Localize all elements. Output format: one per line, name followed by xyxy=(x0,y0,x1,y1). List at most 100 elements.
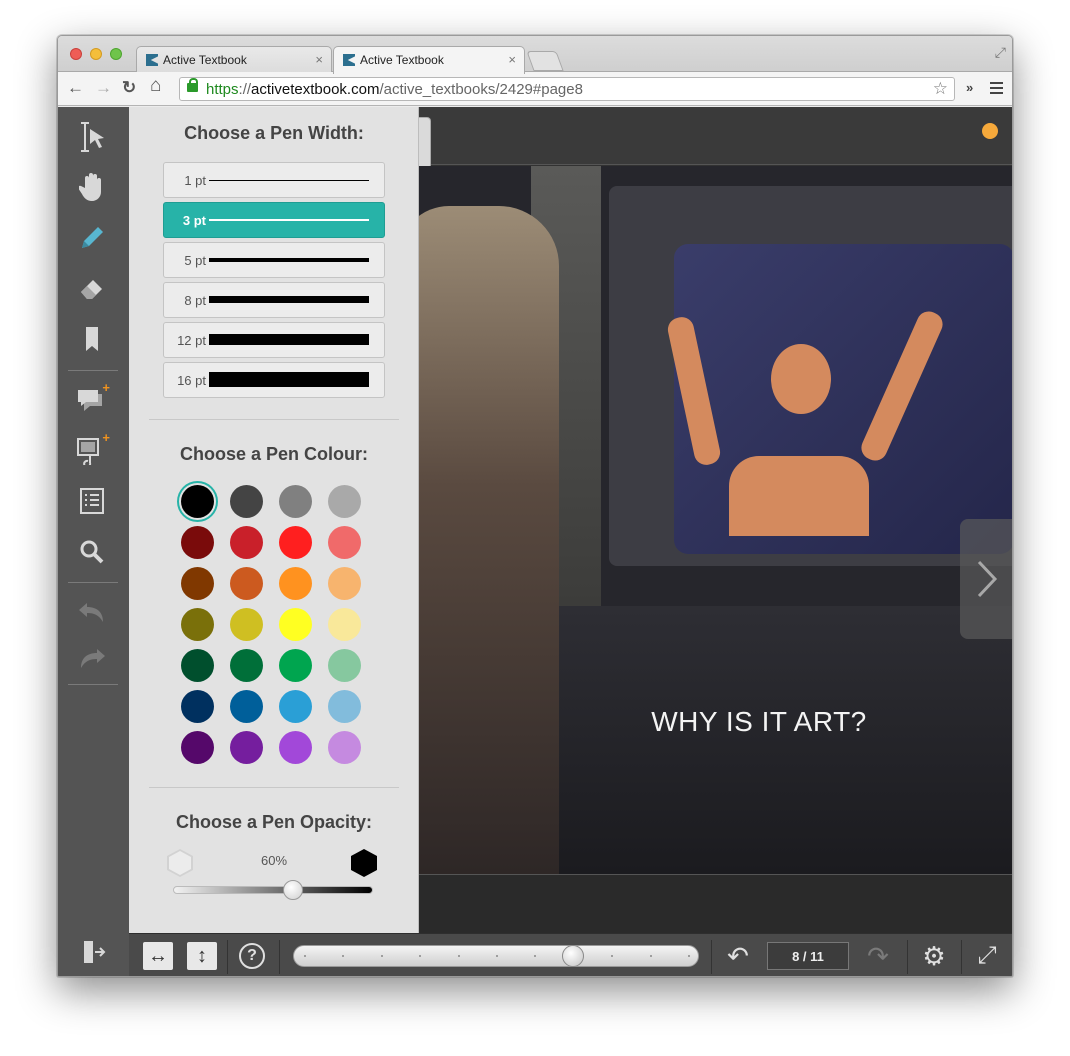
colour-swatch[interactable] xyxy=(181,731,214,764)
video-frame[interactable]: WHY IS IT ART? xyxy=(419,166,1012,874)
colour-swatch[interactable] xyxy=(181,567,214,600)
redo-button[interactable] xyxy=(74,640,110,676)
pen-width-option-5pt[interactable]: 5 pt xyxy=(163,242,385,278)
add-media-button[interactable]: + xyxy=(74,430,110,468)
undo-button[interactable] xyxy=(74,594,110,630)
colour-swatch[interactable] xyxy=(328,526,361,559)
colour-swatch[interactable] xyxy=(230,690,263,723)
colour-swatch[interactable] xyxy=(279,690,312,723)
help-button[interactable]: ? xyxy=(237,942,267,970)
colour-swatch[interactable] xyxy=(230,731,263,764)
pen-width-option-16pt[interactable]: 16 pt xyxy=(163,362,385,398)
colour-swatch[interactable] xyxy=(279,608,312,641)
colour-swatch[interactable] xyxy=(279,731,312,764)
exit-button[interactable] xyxy=(82,939,106,971)
viewer-header xyxy=(419,107,1012,169)
panel-collapse-handle[interactable] xyxy=(419,117,431,169)
url-scheme: https xyxy=(206,81,239,98)
minimize-window-button[interactable] xyxy=(90,48,102,60)
bookmark-tool-button[interactable] xyxy=(74,321,110,357)
colour-swatch[interactable] xyxy=(279,485,312,518)
pen-tool-button[interactable] xyxy=(74,220,110,256)
home-icon[interactable]: ⌂ xyxy=(150,76,161,95)
colour-swatch[interactable] xyxy=(181,690,214,723)
browser-window: Active Textbook × Active Textbook × ⤢ ← … xyxy=(57,35,1013,977)
undo-icon xyxy=(79,603,103,622)
hand-tool-button[interactable] xyxy=(74,169,110,205)
browser-menu-icon[interactable] xyxy=(990,82,1003,94)
next-page-button[interactable] xyxy=(960,519,1012,639)
page-tick xyxy=(611,955,614,957)
colour-swatch[interactable] xyxy=(181,649,214,682)
table-of-contents-icon xyxy=(80,488,104,514)
pen-width-option-12pt[interactable]: 12 pt xyxy=(163,322,385,358)
pen-width-label: 8 pt xyxy=(184,293,206,308)
colour-swatch[interactable] xyxy=(328,567,361,600)
colour-swatch[interactable] xyxy=(328,485,361,518)
tab-close-icon[interactable]: × xyxy=(508,52,516,67)
search-icon xyxy=(80,540,104,564)
plus-badge-icon: + xyxy=(102,380,110,395)
colour-swatch[interactable] xyxy=(279,649,312,682)
extensions-overflow-icon[interactable]: » xyxy=(966,80,973,95)
colour-swatch[interactable] xyxy=(181,608,214,641)
bookmark-star-icon[interactable]: ☆ xyxy=(933,79,948,99)
tab-title: Active Textbook xyxy=(163,53,247,67)
tab-active-textbook-1[interactable]: Active Textbook × xyxy=(136,46,332,73)
colour-swatch[interactable] xyxy=(181,485,214,518)
colour-swatch[interactable] xyxy=(181,526,214,559)
panel-divider xyxy=(149,787,399,788)
colour-swatch[interactable] xyxy=(230,485,263,518)
add-comment-button[interactable]: + xyxy=(74,380,110,418)
bookmark-icon xyxy=(86,327,98,351)
new-tab-button[interactable] xyxy=(526,51,564,71)
next-page-arrow-button[interactable]: ↷ xyxy=(863,940,893,971)
colour-swatch[interactable] xyxy=(230,567,263,600)
page-slider-thumb[interactable] xyxy=(561,945,584,967)
page-slider[interactable] xyxy=(293,945,699,967)
previous-page-button[interactable]: ↶ xyxy=(723,941,753,971)
table-of-contents-button[interactable] xyxy=(74,483,110,519)
redo-page-icon: ↷ xyxy=(867,940,889,971)
eraser-tool-button[interactable] xyxy=(74,271,110,307)
reload-icon[interactable]: ↻ xyxy=(122,79,136,97)
chevron-right-icon xyxy=(977,560,998,598)
fit-height-icon: ↕ xyxy=(197,944,207,967)
close-window-button[interactable] xyxy=(70,48,82,60)
colour-swatch[interactable] xyxy=(328,649,361,682)
bar-separator xyxy=(907,940,908,974)
settings-button[interactable]: ⚙ xyxy=(919,941,949,971)
colour-swatch[interactable] xyxy=(230,649,263,682)
opacity-slider[interactable] xyxy=(173,880,373,900)
fullscreen-window-icon[interactable]: ⤢ xyxy=(995,44,1006,61)
page-tick xyxy=(380,955,383,957)
colour-swatch[interactable] xyxy=(328,608,361,641)
colour-swatch[interactable] xyxy=(230,526,263,559)
selection-tool-button[interactable] xyxy=(74,119,110,155)
forward-icon[interactable]: → xyxy=(95,79,112,97)
back-icon[interactable]: ← xyxy=(67,79,84,97)
colour-swatch[interactable] xyxy=(230,608,263,641)
page-tick xyxy=(534,955,537,957)
fit-width-button[interactable]: ↔ xyxy=(143,942,173,970)
bar-separator xyxy=(961,940,962,974)
page-counter[interactable]: 8 / 11 xyxy=(767,942,849,970)
pen-width-label: 12 pt xyxy=(177,333,206,348)
panel-divider xyxy=(149,419,399,420)
colour-swatch[interactable] xyxy=(279,567,312,600)
fit-height-button[interactable]: ↕ xyxy=(187,942,217,970)
colour-swatch[interactable] xyxy=(279,526,312,559)
fullscreen-button[interactable]: ⤢ xyxy=(972,942,1002,970)
colour-swatch[interactable] xyxy=(328,690,361,723)
opacity-slider-thumb[interactable] xyxy=(282,880,303,900)
tab-active-textbook-2[interactable]: Active Textbook × xyxy=(333,46,525,74)
tab-close-icon[interactable]: × xyxy=(315,52,323,67)
zoom-window-button[interactable] xyxy=(110,48,122,60)
pen-width-sample xyxy=(209,296,369,303)
pen-width-option-8pt[interactable]: 8 pt xyxy=(163,282,385,318)
search-button[interactable] xyxy=(74,534,110,570)
colour-swatch[interactable] xyxy=(328,731,361,764)
pen-width-option-1pt[interactable]: 1 pt xyxy=(163,162,385,198)
pen-width-option-3pt[interactable]: 3 pt xyxy=(163,202,385,238)
address-bar[interactable]: https://activetextbook.com/active_textbo… xyxy=(179,77,955,101)
